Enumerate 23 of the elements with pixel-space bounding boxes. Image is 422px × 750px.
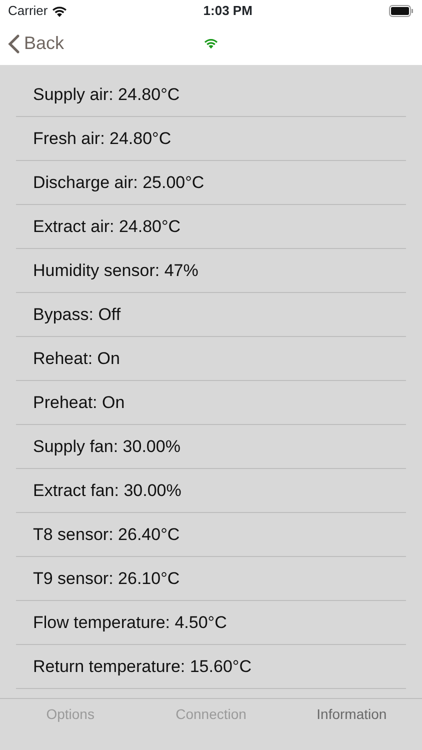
info-text: Reheat: On bbox=[33, 348, 120, 370]
info-text: Flow temperature: 4.50°C bbox=[33, 612, 227, 634]
info-text: Supply air: 24.80°C bbox=[33, 84, 180, 106]
info-text: T8 sensor: 26.40°C bbox=[33, 524, 180, 546]
chevron-left-icon bbox=[8, 34, 20, 54]
info-text: Preheat: On bbox=[33, 392, 125, 414]
clock-time: 1:03 PM bbox=[203, 2, 252, 20]
tab-button[interactable]: Options bbox=[0, 699, 141, 750]
info-text: Extract air: 24.80°C bbox=[33, 216, 181, 238]
info-text: Supply fan: 30.00% bbox=[33, 436, 180, 458]
tab-button[interactable]: Connection bbox=[140, 699, 282, 750]
info-text: Humidity sensor: 47% bbox=[33, 260, 198, 282]
info-text: Bypass: Off bbox=[33, 304, 121, 326]
info-text: Fresh air: 24.80°C bbox=[33, 128, 172, 150]
carrier-label: Carrier bbox=[8, 2, 48, 20]
info-text: Discharge air: 25.00°C bbox=[33, 172, 204, 194]
info-text: T9 sensor: 26.10°C bbox=[33, 568, 180, 590]
wifi-icon bbox=[52, 6, 67, 16]
back-button[interactable]: Back bbox=[0, 30, 64, 57]
battery-icon bbox=[389, 5, 414, 17]
info-text: Extract fan: 30.00% bbox=[33, 480, 182, 502]
tab-button[interactable]: Information bbox=[281, 699, 422, 750]
info-text: Return temperature: 15.60°C bbox=[33, 656, 252, 678]
